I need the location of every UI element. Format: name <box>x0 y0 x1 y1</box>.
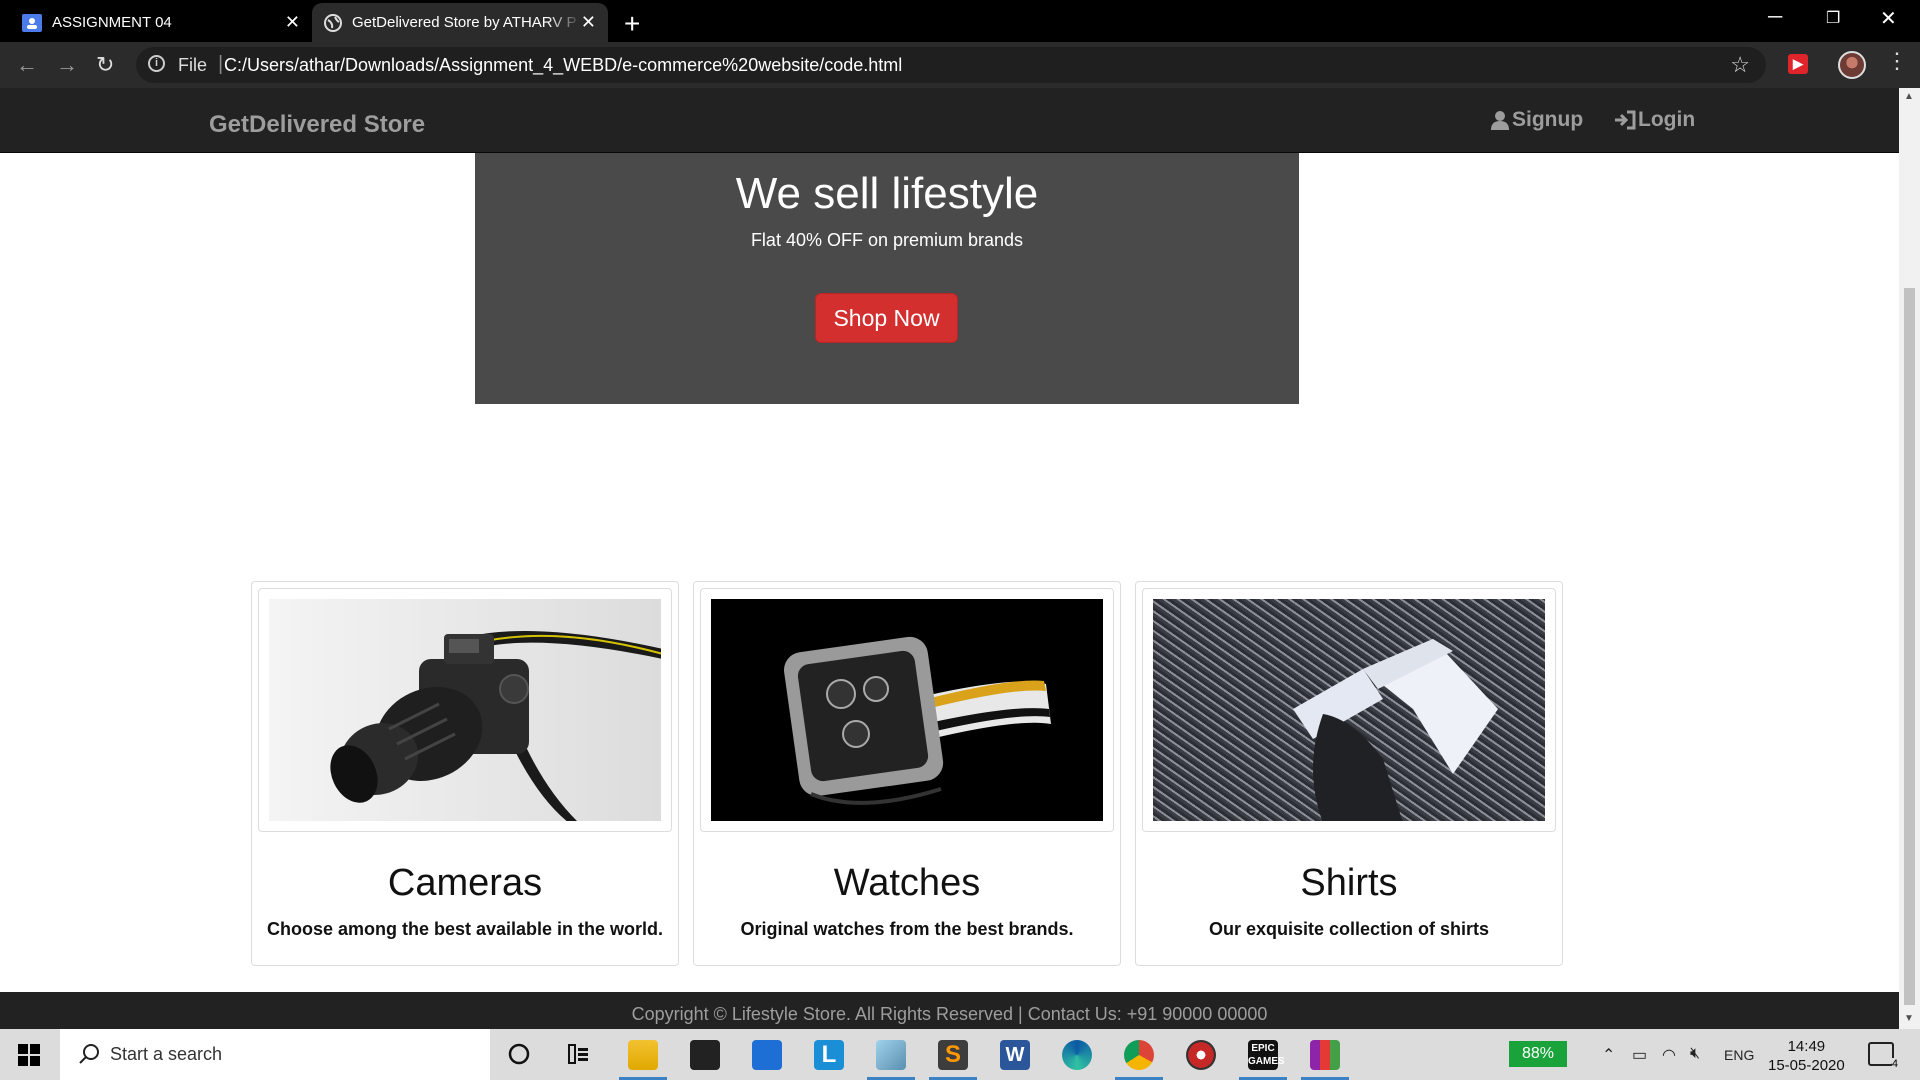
login-icon <box>1615 110 1636 130</box>
search-icon <box>79 1044 99 1064</box>
user-icon <box>1491 111 1509 130</box>
forward-icon[interactable]: → <box>56 52 78 78</box>
notification-count: 4 <box>1891 1058 1898 1070</box>
windows-taskbar: Start a search L S W EPIC GAMES 88% ⌃ ▭ ◠… <box>0 1029 1920 1080</box>
notification-center-icon[interactable]: 4 <box>1868 1042 1898 1070</box>
search-placeholder: Start a search <box>110 1044 223 1064</box>
address-bar[interactable]: i File | C:/Users/athar/Downloads/Assign… <box>136 47 1766 83</box>
clock-date: 15-05-2020 <box>1768 1057 1845 1074</box>
hero-subtitle: Flat 40% OFF on premium brands <box>750 230 1024 250</box>
winrar-icon[interactable] <box>1310 1040 1340 1070</box>
edge-icon[interactable] <box>1062 1040 1092 1070</box>
windows-start-icon[interactable] <box>18 1044 40 1066</box>
page-scrollbar[interactable]: ▲ ▼ <box>1899 88 1920 1029</box>
clock-time: 14:49 <box>1787 1038 1826 1055</box>
camera-image <box>269 599 661 821</box>
classroom-icon <box>22 13 42 32</box>
product-thumbnail[interactable] <box>700 588 1114 832</box>
wifi-icon[interactable]: ◠ <box>1662 1045 1676 1065</box>
cortana-icon[interactable] <box>508 1043 530 1065</box>
extension-icon[interactable]: ▶ <box>1788 54 1808 74</box>
browser-toolbar: ← → ↻ i File | C:/Users/athar/Downloads/… <box>0 42 1920 88</box>
product-thumbnail[interactable] <box>258 588 672 832</box>
show-hidden-icons-icon[interactable]: ⌃ <box>1602 1045 1615 1065</box>
battery-percentage[interactable]: 88% <box>1509 1041 1567 1067</box>
tab-assignment[interactable]: ASSIGNMENT 04 ✕ <box>10 3 312 42</box>
url-text[interactable]: C:/Users/athar/Downloads/Assignment_4_WE… <box>224 55 902 76</box>
product-title: Watches <box>833 862 981 904</box>
l-app-icon[interactable]: L <box>814 1040 844 1070</box>
login-link[interactable]: Login <box>1614 108 1695 132</box>
page-viewport: GetDelivered Store Signup Login We sell … <box>0 88 1899 1029</box>
product-title: Cameras <box>387 862 543 904</box>
product-title: Shirts <box>1300 862 1398 904</box>
word-icon[interactable]: W <box>1000 1040 1030 1070</box>
product-card-watches[interactable]: Watches Original watches from the best b… <box>693 581 1121 966</box>
restore-icon[interactable]: ❐ <box>1826 8 1840 28</box>
scroll-down-icon[interactable]: ▼ <box>1904 1013 1914 1024</box>
watch-image <box>711 599 1103 821</box>
signup-link[interactable]: Signup <box>1490 108 1583 132</box>
store-icon[interactable] <box>690 1040 720 1070</box>
clock[interactable]: 14:49 15-05-2020 <box>1768 1037 1845 1075</box>
task-view-icon[interactable] <box>567 1043 591 1065</box>
signup-label: Signup <box>1512 108 1584 131</box>
scheme-label: File <box>178 55 208 75</box>
back-icon[interactable]: ← <box>16 52 38 78</box>
bookmark-star-icon[interactable]: ☆ <box>1730 52 1750 78</box>
chrome-icon[interactable] <box>1124 1040 1154 1070</box>
profile-avatar[interactable] <box>1838 51 1866 79</box>
kebab-menu-icon[interactable]: ⋮ <box>1886 50 1908 72</box>
epic-games-icon[interactable]: EPIC GAMES <box>1248 1040 1285 1070</box>
shirt-image <box>1153 599 1545 821</box>
login-label: Login <box>1638 108 1696 131</box>
brand-logo-text[interactable]: GetDelivered Store <box>209 111 425 139</box>
separator: | <box>218 53 224 75</box>
scroll-up-icon[interactable]: ▲ <box>1904 91 1914 102</box>
product-description: Choose among the best available in the w… <box>266 919 664 939</box>
sublime-text-icon[interactable]: S <box>938 1040 968 1070</box>
product-description: Original watches from the best brands. <box>740 919 1074 939</box>
product-card-cameras[interactable]: Cameras Choose among the best available … <box>251 581 679 966</box>
battery-icon[interactable]: ▭ <box>1632 1045 1647 1065</box>
product-card-shirts[interactable]: Shirts Our exquisite collection of shirt… <box>1135 581 1563 966</box>
file-explorer-icon[interactable] <box>628 1040 658 1070</box>
close-tab-icon[interactable]: ✕ <box>581 13 596 31</box>
minimize-icon[interactable]: ─ <box>1768 6 1782 29</box>
product-description: Our exquisite collection of shirts <box>1208 919 1490 939</box>
site-navbar: GetDelivered Store Signup Login <box>0 88 1899 153</box>
new-tab-icon[interactable]: + <box>624 8 640 40</box>
close-window-icon[interactable]: ✕ <box>1880 6 1897 31</box>
app-icon[interactable] <box>876 1040 906 1070</box>
tab-getdelivered[interactable]: GetDelivered Store by ATHARV P ✕ <box>312 3 608 42</box>
info-icon[interactable]: i <box>148 55 165 72</box>
globe-icon <box>324 13 342 32</box>
shop-now-button[interactable]: Shop Now <box>815 293 958 343</box>
close-tab-icon[interactable]: ✕ <box>285 13 300 31</box>
product-thumbnail[interactable] <box>1142 588 1556 832</box>
tab-title: GetDelivered Store by ATHARV P <box>352 14 577 31</box>
language-indicator[interactable]: ENG <box>1724 1047 1754 1063</box>
reload-icon[interactable]: ↻ <box>96 52 114 78</box>
app-red-icon[interactable] <box>1186 1040 1216 1070</box>
site-footer: Copyright © Lifestyle Store. All Rights … <box>0 992 1899 1029</box>
tab-title: ASSIGNMENT 04 <box>52 14 172 31</box>
mail-icon[interactable] <box>752 1040 782 1070</box>
volume-muted-icon[interactable]: 🔇︎ <box>1690 1045 1700 1063</box>
browser-tab-strip: ASSIGNMENT 04 ✕ GetDelivered Store by AT… <box>0 0 1920 42</box>
taskbar-search-box[interactable]: Start a search <box>60 1029 490 1080</box>
hero-title: We sell lifestyle <box>735 169 1039 218</box>
hero-banner: We sell lifestyle Flat 40% OFF on premiu… <box>475 153 1299 404</box>
scrollbar-thumb[interactable] <box>1904 288 1915 1005</box>
